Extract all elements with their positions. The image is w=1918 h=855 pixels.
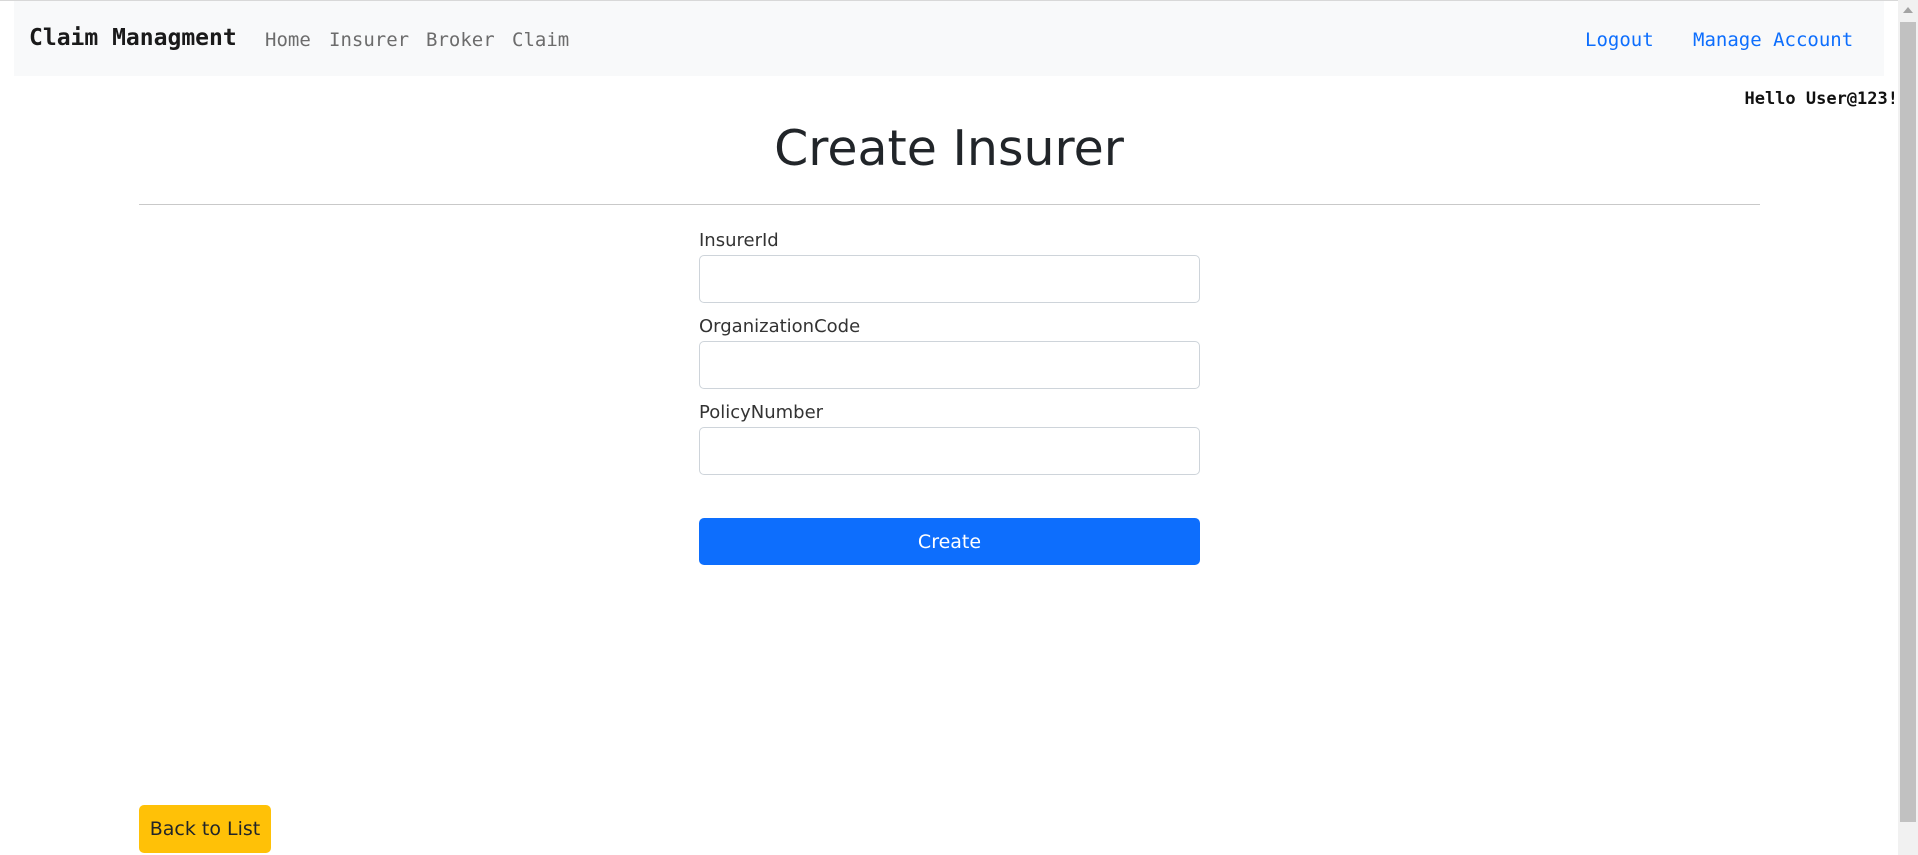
- back-to-list-button[interactable]: Back to List: [139, 805, 271, 853]
- title-divider: [139, 204, 1760, 205]
- scrollbar-thumb[interactable]: [1900, 22, 1916, 822]
- policy-number-group: PolicyNumber: [699, 398, 1200, 475]
- insurer-id-group: InsurerId: [699, 226, 1200, 303]
- page-title: Create Insurer: [774, 120, 1124, 177]
- create-insurer-form: InsurerId OrganizationCode PolicyNumber: [699, 226, 1200, 476]
- create-button[interactable]: Create: [699, 518, 1200, 565]
- brand-link[interactable]: Claim Managment: [29, 25, 237, 51]
- nav-link-claim[interactable]: Claim: [512, 29, 569, 51]
- policy-number-label: PolicyNumber: [699, 402, 824, 423]
- manage-account-link[interactable]: Manage Account: [1693, 29, 1853, 51]
- scroll-up-arrow-icon[interactable]: [1898, 0, 1918, 20]
- nav-link-broker[interactable]: Broker: [426, 29, 495, 51]
- user-greeting: Hello User@123!: [1744, 89, 1898, 109]
- insurer-id-input[interactable]: [699, 255, 1200, 303]
- organization-code-label: OrganizationCode: [699, 316, 861, 337]
- nav-link-home[interactable]: Home: [265, 29, 311, 51]
- policy-number-input[interactable]: [699, 427, 1200, 475]
- insurer-id-label: InsurerId: [699, 230, 779, 251]
- navbar: Claim Managment Home Insurer Broker Clai…: [14, 1, 1884, 76]
- vertical-scrollbar[interactable]: [1898, 0, 1918, 855]
- organization-code-group: OrganizationCode: [699, 312, 1200, 389]
- nav-link-insurer[interactable]: Insurer: [329, 29, 409, 51]
- logout-link[interactable]: Logout: [1585, 29, 1654, 51]
- organization-code-input[interactable]: [699, 341, 1200, 389]
